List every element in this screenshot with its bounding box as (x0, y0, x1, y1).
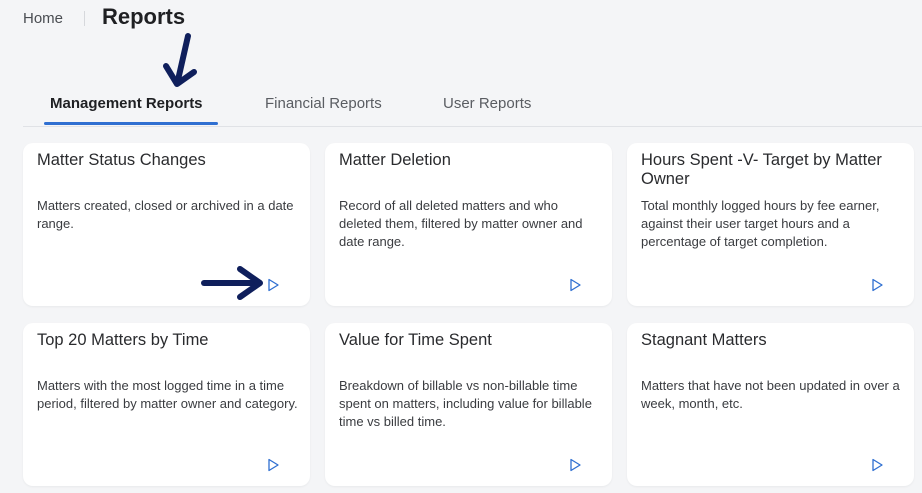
report-card-hours-spent-vs-target[interactable]: Hours Spent -V- Target by Matter Owner T… (627, 143, 914, 306)
card-title: Hours Spent -V- Target by Matter Owner (641, 151, 882, 188)
page-header: Home Reports (0, 0, 922, 40)
breadcrumb-divider (84, 11, 85, 26)
breadcrumb-home-link[interactable]: Home (23, 10, 63, 27)
play-icon[interactable] (265, 457, 281, 473)
card-description: Breakdown of billable vs non-billable ti… (339, 378, 592, 429)
report-card-stagnant-matters[interactable]: Stagnant Matters Matters that have not b… (627, 323, 914, 486)
play-icon[interactable] (567, 457, 583, 473)
active-tab-indicator (44, 122, 218, 125)
card-description: Matters with the most logged time in a t… (37, 378, 298, 411)
card-title: Stagnant Matters (641, 331, 767, 349)
report-card-matter-deletion[interactable]: Matter Deletion Record of all deleted ma… (325, 143, 612, 306)
play-icon[interactable] (869, 457, 885, 473)
card-description: Record of all deleted matters and who de… (339, 198, 583, 249)
card-description: Total monthly logged hours by fee earner… (641, 198, 880, 249)
page-title: Reports (102, 4, 186, 29)
card-description: Matters that have not been updated in ov… (641, 378, 900, 411)
play-icon[interactable] (265, 277, 281, 293)
card-description: Matters created, closed or archived in a… (37, 198, 294, 231)
right-arrow-icon (201, 266, 263, 300)
card-title: Value for Time Spent (339, 331, 492, 349)
report-card-value-for-time-spent[interactable]: Value for Time Spent Breakdown of billab… (325, 323, 612, 486)
tab-user-reports[interactable]: User Reports (443, 95, 531, 112)
tab-financial-reports[interactable]: Financial Reports (265, 95, 382, 112)
report-card-top-20-matters-by-time[interactable]: Top 20 Matters by Time Matters with the … (23, 323, 310, 486)
play-icon[interactable] (567, 277, 583, 293)
card-title: Matter Status Changes (37, 151, 206, 169)
card-title: Top 20 Matters by Time (37, 331, 209, 349)
play-icon[interactable] (869, 277, 885, 293)
report-card-matter-status-changes[interactable]: Matter Status Changes Matters created, c… (23, 143, 310, 306)
report-tabs: Management Reports Financial Reports Use… (23, 82, 922, 127)
tab-management-reports[interactable]: Management Reports (50, 95, 203, 112)
card-title: Matter Deletion (339, 151, 451, 169)
